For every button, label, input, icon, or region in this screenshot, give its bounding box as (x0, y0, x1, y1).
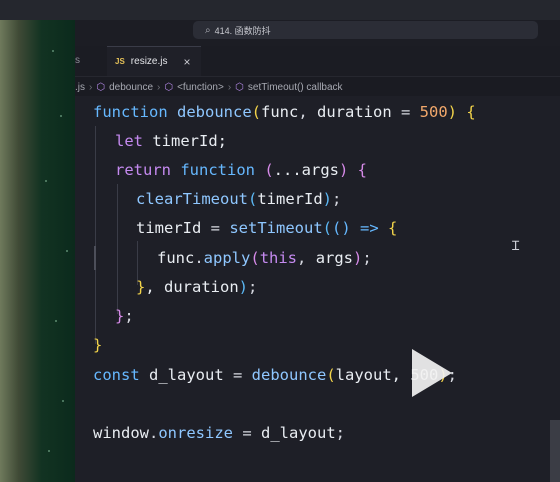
code-line-1: function debounce(func, duration = 500) … (93, 103, 476, 121)
breadcrumb: .js › ⬡ debounce › ⬡ <function> › ⬡ setT… (75, 78, 560, 96)
chevron-right-icon: › (89, 81, 93, 93)
code-line-11: window.onresize = d_layout; (93, 424, 345, 442)
function-symbol-icon: ⬡ (164, 81, 174, 93)
code-line-10: const d_layout = debounce(layout, 500); (93, 366, 458, 384)
window-top-strip (0, 0, 560, 20)
text-cursor (94, 246, 96, 270)
code-line-3: return function (...args) { (115, 161, 368, 179)
breadcrumb-item-function[interactable]: <function> (177, 82, 224, 93)
tab-partial[interactable]: s (75, 46, 107, 76)
code-line-8: }; (115, 307, 134, 325)
code-line-4: clearTimeout(timerId); (136, 190, 342, 208)
code-line-9: } (93, 336, 103, 354)
close-icon[interactable]: × (183, 55, 190, 69)
code-line-2: let timerId; (115, 132, 227, 150)
chevron-right-icon: › (227, 81, 232, 93)
code-editor[interactable]: function debounce(func, duration = 500) … (75, 96, 560, 482)
command-search-box[interactable]: ⌕ 414. 函数防抖 (193, 21, 538, 39)
play-icon[interactable] (412, 349, 452, 397)
function-symbol-icon: ⬡ (235, 81, 244, 93)
indent-guide (95, 126, 96, 344)
code-line-6: func.apply(this, args); (157, 249, 372, 267)
code-line-7: }, duration); (136, 278, 258, 296)
search-icon: ⌕ (205, 24, 211, 36)
indent-guide (117, 184, 118, 314)
tab-partial-label: s (75, 55, 80, 66)
js-file-icon: JS (115, 57, 125, 66)
chevron-right-icon: › (157, 81, 161, 93)
search-text: 414. 函数防抖 (214, 25, 271, 36)
breadcrumb-file[interactable]: .js (75, 82, 85, 93)
ibeam-cursor-icon: Ɪ (512, 239, 520, 254)
code-line-5: timerId = setTimeout(() => { (136, 219, 398, 237)
tab-bar: s JS resize.js × (75, 46, 560, 77)
title-bar: ⌕ 414. 函数防抖 (75, 20, 560, 46)
scrollbar[interactable] (550, 420, 560, 482)
function-symbol-icon: ⬡ (96, 81, 106, 93)
breadcrumb-item-callback[interactable]: setTimeout() callback (248, 82, 343, 93)
video-background (0, 20, 75, 482)
breadcrumb-item-debounce[interactable]: debounce (109, 82, 153, 93)
tab-label: resize.js (130, 56, 168, 67)
tab-resize-js[interactable]: JS resize.js × (107, 46, 201, 76)
